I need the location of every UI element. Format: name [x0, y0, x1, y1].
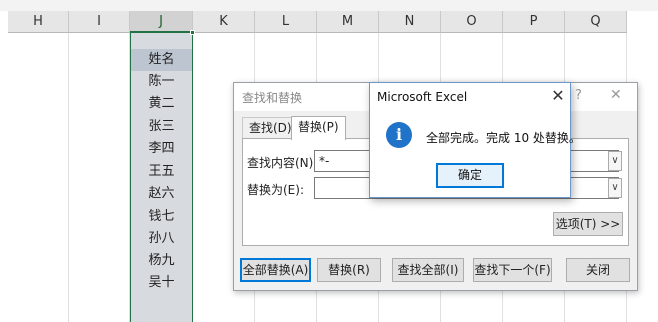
replace-dropdown-chevron-down-icon[interactable]: ∨ [608, 178, 622, 198]
options-button[interactable]: 选项(T) >> [553, 212, 623, 236]
gridline [8, 33, 69, 322]
column-header-o[interactable]: O [441, 11, 503, 33]
message-text: 全部完成。完成 10 处替换。 [426, 131, 581, 145]
cell-j10[interactable]: 孙八 [131, 228, 192, 250]
gridline [69, 33, 130, 322]
column-header-k[interactable]: K [193, 11, 255, 33]
close-icon[interactable]: ✕ [610, 87, 622, 103]
column-header-i[interactable]: I [69, 11, 130, 33]
cell-j11[interactable]: 杨九 [131, 250, 192, 272]
column-header-m[interactable]: M [317, 11, 379, 33]
cell-j3[interactable]: 陈一 [131, 71, 192, 93]
fill-handle[interactable] [190, 30, 195, 35]
column-header-j[interactable]: J [130, 11, 193, 33]
message-close-icon[interactable]: ✕ [548, 86, 568, 106]
find-label: 查找内容(N): [247, 156, 318, 170]
cell-j6[interactable]: 李四 [131, 138, 192, 160]
tab-replace[interactable]: 替换(P) [291, 116, 346, 140]
column-header-q[interactable]: Q [565, 11, 627, 33]
dialog-close-button[interactable]: 关闭 [566, 258, 630, 282]
cell-j7[interactable]: 王五 [131, 161, 192, 183]
cell-j5[interactable]: 张三 [131, 116, 192, 138]
column-header-p[interactable]: P [503, 11, 565, 33]
ribbon-edge [0, 0, 658, 11]
dialog-title: 查找和替换 [242, 91, 303, 105]
cell-j8[interactable]: 赵六 [131, 183, 192, 205]
column-header-l[interactable]: L [255, 11, 317, 33]
ok-button[interactable]: 确定 [436, 163, 504, 188]
message-title: Microsoft Excel [377, 90, 468, 104]
cell-j4[interactable]: 黄二 [131, 93, 192, 115]
replace-label: 替换为(E): [247, 183, 304, 197]
find-dropdown-chevron-down-icon[interactable]: ∨ [608, 151, 622, 171]
column-header-n[interactable]: N [379, 11, 441, 33]
cell-j9[interactable]: 钱七 [131, 206, 192, 228]
find-next-button[interactable]: 查找下一个(F) [473, 258, 552, 282]
replace-button[interactable]: 替换(R) [317, 258, 381, 282]
info-icon: i [386, 122, 412, 148]
cell-j12[interactable]: 吴十 [131, 272, 192, 294]
replace-all-button[interactable]: 全部替换(A) [240, 258, 311, 282]
column-header-h[interactable]: H [8, 11, 69, 33]
cell-j2[interactable]: 姓名 [131, 49, 192, 71]
completion-message-box: Microsoft Excel ✕ i 全部完成。完成 10 处替换。 确定 [369, 82, 581, 198]
find-all-button[interactable]: 查找全部(I) [392, 258, 464, 282]
help-icon[interactable]: ? [575, 88, 582, 103]
